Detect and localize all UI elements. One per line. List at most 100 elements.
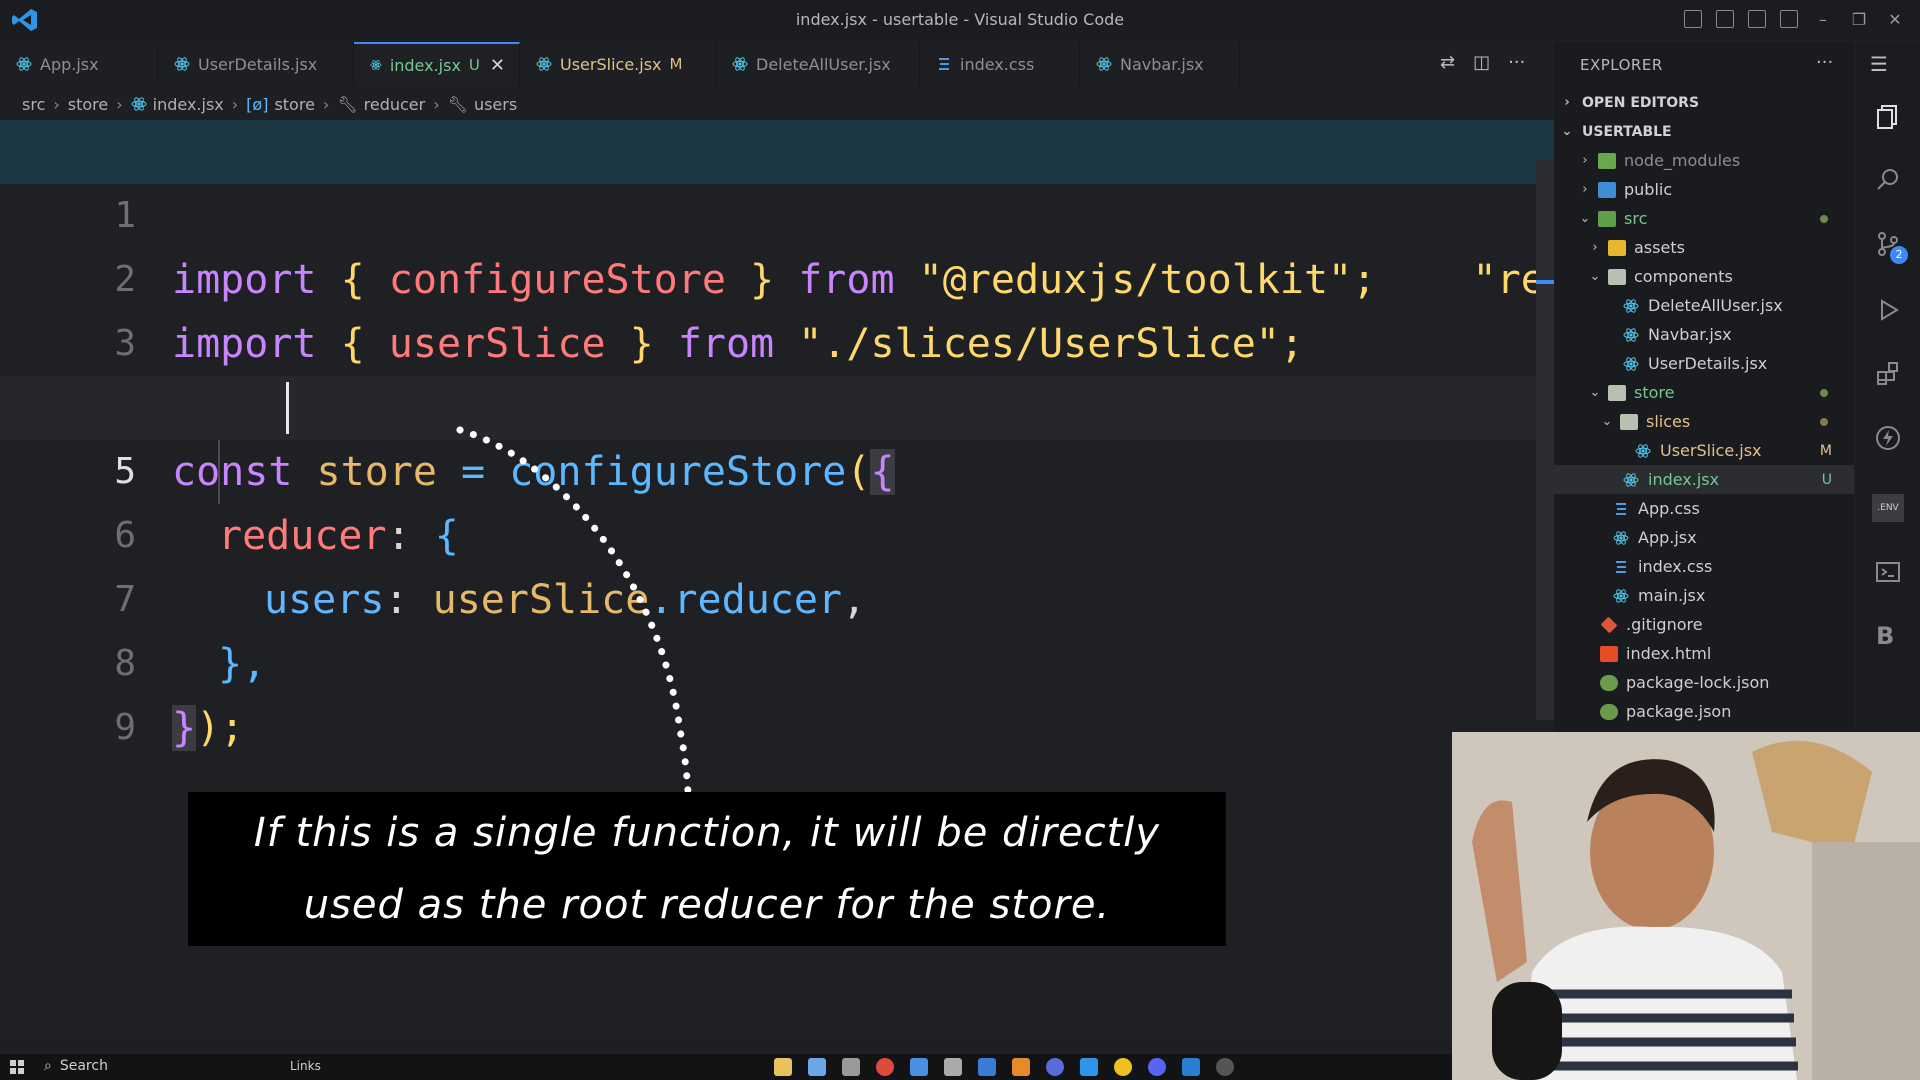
chevron-right-icon: › (1564, 95, 1570, 110)
terminal-icon[interactable] (1874, 558, 1902, 586)
breadcrumb-item[interactable]: store (68, 95, 108, 114)
explorer-files-icon[interactable] (1874, 102, 1902, 130)
app-icon[interactable] (842, 1058, 860, 1076)
app-icon[interactable] (1046, 1058, 1064, 1076)
tab-label: index.css (960, 54, 1035, 74)
video-caption: If this is a single function, it will be… (188, 792, 1226, 946)
react-icon (370, 60, 382, 70)
code-line: 1 import { configureStore } from "@redux… (0, 120, 1554, 303)
split-editor-icon[interactable]: ◫ (1473, 52, 1490, 73)
variable-icon: [ø] (246, 94, 269, 114)
status-dot (1820, 417, 1828, 426)
scrollbar-thumb[interactable] (1536, 280, 1554, 284)
customize-layout-icon[interactable] (1780, 10, 1798, 28)
chevron-down-icon: ⌄ (1589, 385, 1601, 400)
app-icon[interactable] (944, 1058, 962, 1076)
toggle-secondary-sidebar-icon[interactable] (1748, 10, 1766, 28)
tree-folder-node-modules[interactable]: › node_modules (1554, 146, 1854, 175)
thunder-client-icon[interactable] (1874, 424, 1902, 452)
tree-folder-slices[interactable]: ⌄ slices (1554, 407, 1854, 436)
more-actions-icon[interactable]: ··· (1508, 52, 1525, 73)
tree-file-package-json[interactable]: package.json (1554, 697, 1854, 726)
clock-icon[interactable] (1216, 1058, 1234, 1076)
chevron-down-icon: ⌄ (1589, 269, 1601, 284)
tree-file-app-jsx[interactable]: App.jsx (1554, 523, 1854, 552)
tab-userslice-jsx[interactable]: UserSlice.jsx M (520, 42, 716, 86)
tab-navbar-jsx[interactable]: Navbar.jsx (1080, 42, 1240, 86)
breadcrumb-item[interactable]: reducer (364, 95, 426, 114)
tree-folder-store[interactable]: ⌄ store (1554, 378, 1854, 407)
react-icon (1613, 530, 1629, 545)
tree-file-index-css[interactable]: index.css (1554, 552, 1854, 581)
code-line: 4 const store = configureStore({ (0, 312, 1554, 495)
project-section[interactable]: ⌄ USERTABLE (1554, 117, 1854, 146)
breadcrumb-item[interactable]: index.jsx (153, 95, 224, 114)
webcam-overlay (1452, 732, 1920, 1080)
extensions-icon[interactable] (1874, 360, 1902, 388)
react-icon (536, 57, 552, 71)
toggle-panel-icon[interactable] (1716, 10, 1734, 28)
css-icon (1616, 502, 1626, 515)
open-editors-section[interactable]: › OPEN EDITORS (1554, 88, 1854, 117)
chrome-icon[interactable] (876, 1058, 894, 1076)
code-line: 9 (0, 632, 1554, 748)
taskbar-search[interactable]: ⌕ Search (44, 1058, 108, 1074)
tree-file-app-css[interactable]: App.css (1554, 494, 1854, 523)
mail-icon[interactable] (910, 1058, 928, 1076)
tree-folder-src[interactable]: ⌄ src (1554, 204, 1854, 233)
chevron-right-icon: › (1582, 153, 1588, 168)
tree-file-gitignore[interactable]: .gitignore (1554, 610, 1854, 639)
restore-button[interactable]: ❐ (1848, 10, 1870, 29)
presenter-video-image (1452, 732, 1920, 1080)
app-icon[interactable] (978, 1058, 996, 1076)
tree-file-main-jsx[interactable]: main.jsx (1554, 581, 1854, 610)
close-window-button[interactable]: ✕ (1884, 10, 1906, 29)
discord-icon[interactable] (1148, 1058, 1166, 1076)
tree-folder-public[interactable]: › public (1554, 175, 1854, 204)
file-explorer-icon[interactable] (774, 1058, 792, 1076)
breadcrumb-item[interactable]: users (474, 95, 517, 114)
close-tab-icon[interactable]: ✕ (490, 55, 505, 76)
more-actions-icon[interactable]: ··· (1816, 52, 1833, 73)
code-line: 3 (0, 248, 1554, 364)
tree-file-index-jsx[interactable]: index.jsx U (1554, 465, 1854, 494)
b-extension-icon[interactable]: B (1876, 622, 1894, 650)
tab-index-css[interactable]: index.css (920, 42, 1080, 86)
word-icon[interactable] (1182, 1058, 1200, 1076)
compare-changes-icon[interactable]: ⇄ (1440, 52, 1455, 73)
tree-folder-components[interactable]: ⌄ components (1554, 262, 1854, 291)
env-icon[interactable]: .ENV (1872, 494, 1904, 522)
toggle-primary-sidebar-icon[interactable] (1684, 10, 1702, 28)
app-icon[interactable] (1012, 1058, 1030, 1076)
editor-scrollbar[interactable] (1536, 160, 1554, 720)
minimize-button[interactable]: – (1812, 10, 1834, 29)
taskbar-links[interactable]: Links (290, 1059, 321, 1073)
tab-app-jsx[interactable]: App.jsx (0, 42, 158, 86)
tree-folder-assets[interactable]: › assets (1554, 233, 1854, 262)
breadcrumb-item[interactable]: src (22, 95, 45, 114)
tree-file-index-html[interactable]: index.html (1554, 639, 1854, 668)
breadcrumb-item[interactable]: store (274, 95, 314, 114)
html-icon (1600, 645, 1618, 662)
source-control-badge: 2 (1890, 246, 1908, 264)
tree-file-deletealluser[interactable]: DeleteAllUser.jsx (1554, 291, 1854, 320)
taskbar-apps (774, 1058, 1234, 1076)
windows-start-icon[interactable] (10, 1060, 24, 1074)
run-debug-icon[interactable] (1874, 296, 1902, 324)
menu-icon[interactable]: ☰ (1870, 52, 1888, 76)
tree-file-navbar[interactable]: Navbar.jsx (1554, 320, 1854, 349)
react-icon (732, 57, 748, 71)
app-icon[interactable] (1114, 1058, 1132, 1076)
tab-index-jsx[interactable]: index.jsx U ✕ (354, 42, 520, 86)
taskbar: ⌕ Search Links (0, 1054, 1452, 1080)
tree-file-package-lock[interactable]: package-lock.json (1554, 668, 1854, 697)
tab-label: UserDetails.jsx (198, 54, 318, 74)
tree-file-userslice[interactable]: UserSlice.jsx M (1554, 436, 1854, 465)
tree-file-userdetails[interactable]: UserDetails.jsx (1554, 349, 1854, 378)
tab-userdetails-jsx[interactable]: UserDetails.jsx (158, 42, 354, 86)
vscode-icon[interactable] (1080, 1058, 1098, 1076)
search-icon[interactable] (1874, 166, 1902, 194)
react-icon (1635, 443, 1651, 458)
tab-deletealluser-jsx[interactable]: DeleteAllUser.jsx (716, 42, 920, 86)
app-icon[interactable] (808, 1058, 826, 1076)
